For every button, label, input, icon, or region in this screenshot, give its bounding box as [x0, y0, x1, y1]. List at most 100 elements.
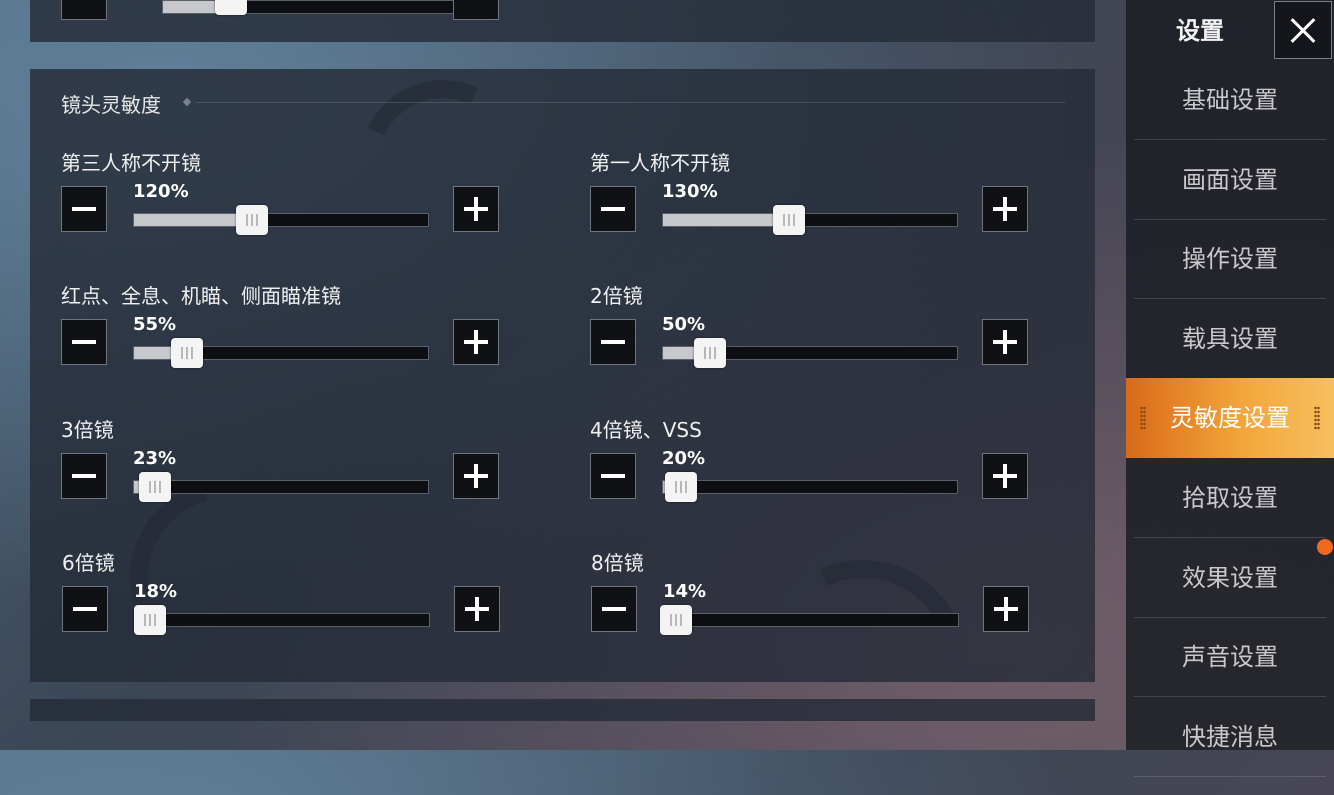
slider-thumb[interactable]: [236, 205, 268, 235]
slider-fill: [663, 214, 789, 226]
sensitivity-setting: 第一人称不开镜 130%: [590, 147, 1035, 267]
setting-value: 20%: [662, 448, 706, 469]
sidebar-item[interactable]: 操作设置: [1126, 219, 1334, 300]
sensitivity-setting: 4倍镜、VSS 20%: [590, 414, 1035, 534]
plus-button[interactable]: [453, 453, 499, 499]
setting-label: 8倍镜: [591, 551, 644, 575]
sidebar-item[interactable]: 基础设置: [1126, 60, 1334, 140]
sidebar-item[interactable]: 载具设置: [1126, 299, 1334, 379]
sensitivity-setting: 6倍镜 18%: [62, 547, 507, 667]
plus-button[interactable]: [454, 586, 500, 632]
setting-value: 18%: [134, 581, 178, 602]
slider-track[interactable]: [162, 0, 458, 15]
slider-thumb[interactable]: [171, 338, 203, 368]
grip-icon: [1314, 406, 1320, 431]
setting-value: 120%: [133, 181, 189, 202]
slider-track[interactable]: [133, 472, 429, 502]
setting-label: 红点、全息、机瞄、侧面瞄准镜: [61, 284, 341, 308]
slider-thumb[interactable]: [665, 472, 697, 502]
plus-button[interactable]: [453, 186, 499, 232]
minus-icon: [72, 340, 96, 344]
slider-track[interactable]: [134, 605, 430, 635]
minus-icon: [602, 607, 626, 611]
sidebar-title: 设置: [1176, 17, 1224, 45]
setting-label: 3倍镜: [61, 418, 114, 442]
plus-button[interactable]: [982, 453, 1028, 499]
plus-button[interactable]: [982, 186, 1028, 232]
minus-button[interactable]: [591, 586, 637, 632]
grip-icon: [1140, 406, 1146, 431]
setting-value: 55%: [133, 314, 177, 335]
minus-button[interactable]: [61, 319, 107, 365]
plus-button[interactable]: [982, 319, 1028, 365]
minus-button[interactable]: [61, 453, 107, 499]
sidebar-item-label: 画面设置: [1182, 165, 1278, 194]
sidebar-item-label: 快捷消息: [1182, 722, 1278, 751]
sensitivity-setting: 红点、全息、机瞄、侧面瞄准镜 55%: [61, 280, 506, 400]
previous-section-panel: [30, 0, 1095, 42]
slider-thumb[interactable]: [215, 0, 247, 15]
next-section-panel: [30, 699, 1095, 721]
minus-icon: [601, 474, 625, 478]
minus-icon: [72, 474, 96, 478]
notification-dot: [1317, 539, 1333, 555]
sidebar-item[interactable]: 拾取设置: [1126, 458, 1334, 538]
plus-icon-stroke: [474, 197, 478, 221]
sidebar-item-label: 基础设置: [1182, 86, 1278, 114]
minus-button[interactable]: [61, 0, 107, 20]
slider-track[interactable]: [662, 472, 958, 502]
slider-thumb[interactable]: [139, 472, 171, 502]
plus-icon-stroke: [474, 330, 478, 354]
plus-button[interactable]: [983, 586, 1029, 632]
plus-button[interactable]: [453, 0, 499, 20]
slider-thumb[interactable]: [773, 205, 805, 235]
slider-thumb[interactable]: [134, 605, 166, 635]
minus-button[interactable]: [590, 453, 636, 499]
nav-divider: [1134, 775, 1326, 777]
minus-button[interactable]: [62, 586, 108, 632]
setting-label: 第一人称不开镜: [590, 151, 730, 175]
minus-button[interactable]: [61, 186, 107, 232]
slider-track[interactable]: [662, 338, 958, 368]
plus-icon-stroke: [1003, 197, 1007, 221]
setting-value: 130%: [662, 181, 718, 202]
close-button[interactable]: [1274, 1, 1332, 59]
sensitivity-setting: 2倍镜 50%: [590, 280, 1035, 400]
setting-value: 14%: [663, 581, 707, 602]
setting-label: 6倍镜: [62, 551, 115, 575]
sidebar-item[interactable]: 声音设置: [1126, 617, 1334, 698]
setting-label: 4倍镜、VSS: [590, 418, 702, 442]
section-divider: [196, 102, 1065, 103]
slider-track[interactable]: [660, 605, 959, 635]
sidebar-item-label: 效果设置: [1182, 563, 1278, 592]
sidebar-item[interactable]: 快捷消息: [1126, 697, 1334, 777]
setting-value: 23%: [133, 448, 177, 469]
plus-icon-stroke: [1003, 330, 1007, 354]
minus-button[interactable]: [590, 186, 636, 232]
sensitivity-setting: 8倍镜 14%: [591, 547, 1036, 667]
section-title: 镜头灵敏度: [61, 93, 161, 117]
settings-sidebar: 设置 基础设置画面设置操作设置 载具设置 灵敏度设置拾取设置效果设置声音设置快捷消息: [1126, 0, 1334, 777]
slider-track[interactable]: [133, 205, 429, 235]
minus-button[interactable]: [590, 319, 636, 365]
camera-sensitivity-panel: 镜头灵敏度 第三人称不开镜 120% 第一人称不开镜 130% 红点、全息、机瞄…: [30, 69, 1095, 682]
slider-fill: [134, 214, 252, 226]
plus-button[interactable]: [453, 319, 499, 365]
sidebar-item[interactable]: 效果设置: [1126, 538, 1334, 618]
sidebar-item[interactable]: 画面设置: [1126, 140, 1334, 220]
plus-icon-stroke: [1004, 597, 1008, 621]
slider-track[interactable]: [662, 205, 958, 235]
sidebar-item[interactable]: 灵敏度设置: [1126, 378, 1334, 459]
plus-icon-stroke: [474, 464, 478, 488]
minus-icon: [72, 207, 96, 211]
slider-thumb[interactable]: [694, 338, 726, 368]
setting-label: 2倍镜: [590, 284, 643, 308]
sensitivity-setting: 第三人称不开镜 120%: [61, 147, 506, 267]
setting-label: 第三人称不开镜: [61, 151, 201, 175]
slider-track[interactable]: [133, 338, 429, 368]
slider-thumb[interactable]: [660, 605, 692, 635]
minus-icon: [601, 340, 625, 344]
sensitivity-setting: 3倍镜 23%: [61, 414, 506, 534]
minus-icon: [73, 607, 97, 611]
sidebar-item-label: 拾取设置: [1182, 484, 1278, 512]
